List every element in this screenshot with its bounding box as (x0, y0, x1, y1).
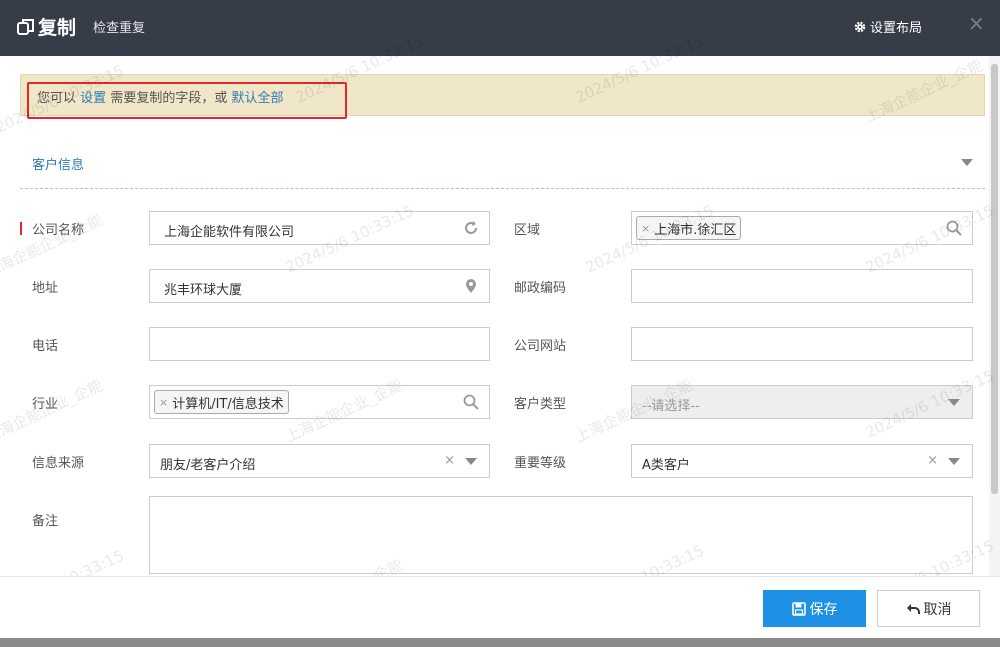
copy-dialog: 复制 检查重复 设置布局 × 您可以 设置 需要复制的字段，或 默认全部 客户信… (0, 0, 1000, 638)
address-field[interactable]: 兆丰环球大厦 (149, 269, 490, 303)
required-marker (20, 222, 22, 235)
chevron-down-icon (465, 458, 477, 465)
section-header[interactable]: 客户信息 (20, 148, 985, 189)
undo-arrow-icon (906, 603, 920, 614)
chevron-down-icon (948, 399, 960, 406)
save-label: 保存 (809, 600, 838, 617)
notice-banner: 您可以 设置 需要复制的字段，或 默认全部 (20, 74, 985, 116)
floppy-icon (791, 601, 806, 616)
set-layout-button[interactable]: 设置布局 (853, 17, 922, 36)
clear-icon[interactable]: × (927, 453, 938, 468)
dialog-body[interactable]: 您可以 设置 需要复制的字段，或 默认全部 客户信息 公司名称 上海企能软件有限… (0, 56, 1000, 576)
source-select[interactable]: 朋友/老客户介绍 × (149, 444, 490, 478)
save-button[interactable]: 保存 (763, 590, 866, 627)
source-label: 信息来源 (32, 456, 85, 471)
postcode-field[interactable] (631, 269, 973, 303)
company-name-value: 上海企能软件有限公司 (164, 225, 295, 240)
dialog-title: 复制 (16, 13, 76, 40)
chevron-down-icon (948, 458, 960, 465)
phone-field[interactable] (149, 327, 490, 361)
notice-text: 您可以 设置 需要复制的字段，或 默认全部 (37, 87, 283, 106)
address-label: 地址 (32, 281, 59, 296)
clear-icon[interactable]: × (444, 453, 455, 468)
section-title: 客户信息 (32, 158, 85, 173)
refresh-icon[interactable] (463, 220, 479, 236)
website-field[interactable] (631, 327, 973, 361)
customer-type-label: 客户类型 (514, 397, 567, 412)
industry-tag-label: 计算机/IT/信息技术 (172, 396, 284, 412)
phone-label: 电话 (32, 339, 59, 354)
importance-label: 重要等级 (514, 456, 567, 471)
industry-label: 行业 (32, 397, 59, 412)
customer-type-select[interactable]: --请选择-- (631, 385, 973, 419)
notice-prefix: 您可以 (37, 91, 77, 106)
scrollbar-thumb[interactable] (991, 64, 998, 494)
customer-type-value: --请选择-- (642, 399, 700, 414)
region-tag-label: 上海市.徐汇区 (654, 222, 737, 238)
dialog-footer: 保存 取消 (0, 576, 1000, 638)
industry-field[interactable]: × 计算机/IT/信息技术 (149, 385, 490, 419)
company-name-field[interactable]: 上海企能软件有限公司 (149, 211, 490, 245)
remark-label: 备注 (32, 514, 59, 529)
region-label: 区域 (514, 223, 541, 238)
importance-value: A类客户 (642, 458, 690, 473)
notice-middle: 需要复制的字段，或 (110, 91, 228, 106)
default-all-link[interactable]: 默认全部 (231, 91, 283, 106)
map-pin-icon[interactable] (463, 278, 479, 294)
industry-tag: × 计算机/IT/信息技术 (154, 390, 289, 414)
search-icon[interactable] (463, 394, 479, 410)
tag-remove-icon[interactable]: × (159, 396, 168, 409)
cancel-label: 取消 (923, 600, 952, 617)
website-label: 公司网站 (514, 339, 567, 354)
close-icon[interactable]: × (968, 13, 985, 33)
importance-select[interactable]: A类客户 × (631, 444, 973, 478)
region-tag: × 上海市.徐汇区 (636, 216, 742, 240)
collapse-caret-icon[interactable] (961, 159, 973, 166)
remark-textarea[interactable] (149, 496, 973, 574)
region-field[interactable]: × 上海市.徐汇区 (631, 211, 973, 245)
set-layout-label: 设置布局 (870, 21, 923, 36)
check-duplicate-link[interactable]: 检查重复 (93, 17, 145, 36)
address-value: 兆丰环球大厦 (164, 283, 243, 298)
copy-icon (17, 18, 34, 35)
settings-link[interactable]: 设置 (80, 91, 106, 106)
tag-remove-icon[interactable]: × (641, 222, 650, 235)
company-name-label: 公司名称 (32, 223, 85, 238)
dialog-title-text: 复制 (38, 17, 77, 39)
source-value: 朋友/老客户介绍 (160, 458, 256, 473)
gear-icon (854, 21, 866, 32)
postcode-label: 邮政编码 (514, 281, 567, 296)
dialog-titlebar: 复制 检查重复 设置布局 × (0, 0, 1000, 56)
cancel-button[interactable]: 取消 (877, 590, 980, 627)
search-icon[interactable] (946, 220, 962, 236)
